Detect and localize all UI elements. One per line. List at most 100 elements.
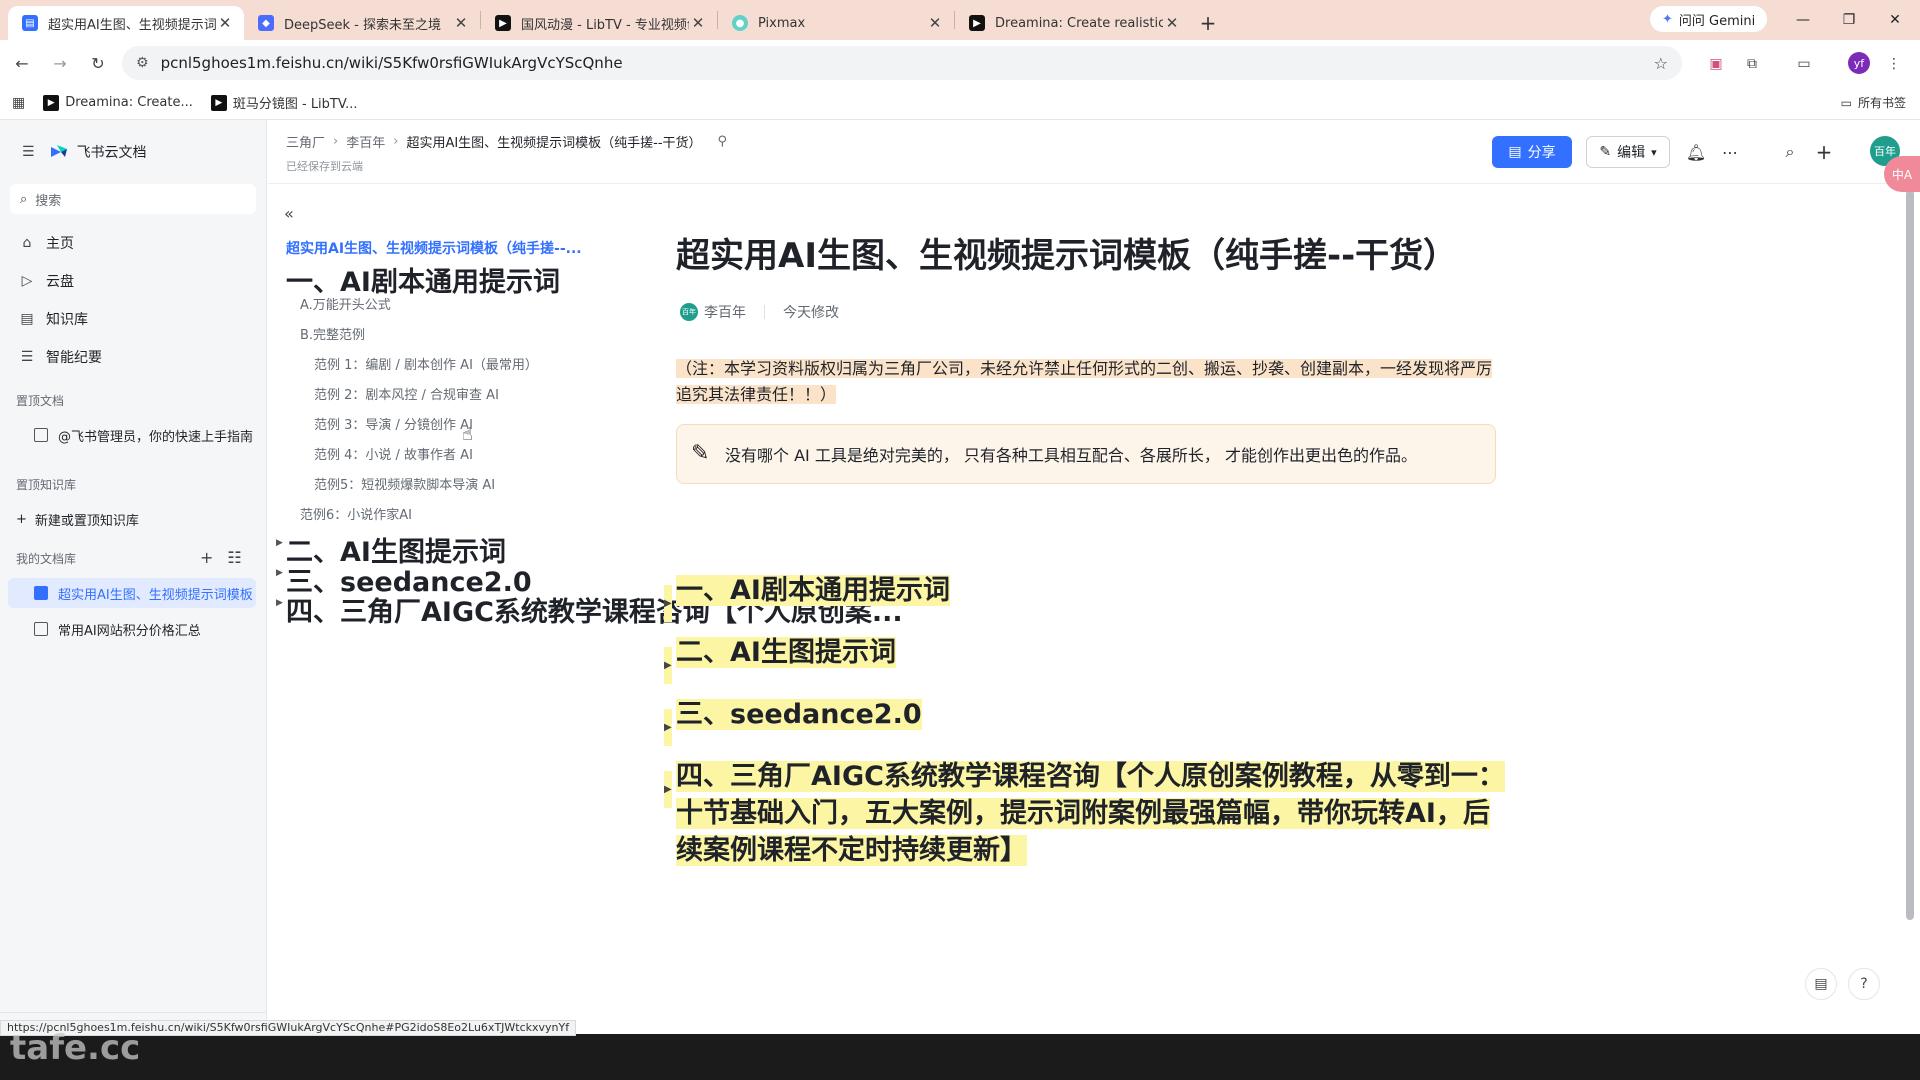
toc-item[interactable]: 范例6：小说作家AI <box>300 504 412 523</box>
more-icon[interactable]: ⋯ <box>1716 138 1744 166</box>
toc-item[interactable]: 范例 4：小说 / 故事作者 AI <box>314 444 473 463</box>
profile-avatar[interactable]: yf <box>1848 52 1870 74</box>
translate-icon[interactable]: 中A <box>1884 156 1920 192</box>
doc-outline-icon[interactable]: ▤ <box>1805 968 1837 1000</box>
caret-right-icon[interactable]: ▶ <box>276 568 283 578</box>
caret-right-icon[interactable]: ▶ <box>664 709 672 746</box>
heading-text: 三、seedance2.0 <box>676 699 922 730</box>
edit-label: 编辑 <box>1617 145 1646 161</box>
restore-icon[interactable]: ❐ <box>1826 0 1872 40</box>
author-avatar[interactable]: 百年 <box>680 303 698 321</box>
bookmark-libtv[interactable]: ▶ 斑马分镜图 - LibTV... <box>210 93 357 112</box>
copyright-notice[interactable]: （注：本学习资料版权归属为三角厂公司，未经允许禁止任何形式的二创、搬运、抄袭、创… <box>676 356 1496 408</box>
toc-title[interactable]: 超实用AI生图、生视频提示词模板（纯手搓--... <box>286 238 582 258</box>
screen-bottom-bar <box>0 1034 1920 1080</box>
site-info-icon[interactable]: ⚙ <box>136 55 149 71</box>
search-icon[interactable]: ⌕ <box>1776 138 1804 166</box>
extension-icon[interactable]: ▣ <box>1704 52 1728 76</box>
breadcrumb-item[interactable]: 三角厂 <box>286 132 325 151</box>
ask-gemini-button[interactable]: ✦ 问问 Gemini <box>1650 6 1768 32</box>
pinned-doc-item[interactable]: @飞书管理员，你的快速上手指南 <box>8 420 256 450</box>
browser-tab-5[interactable]: ▶ Dreamina: Create realistic talking ✕ <box>955 6 1191 40</box>
reload-icon[interactable]: ↻ <box>82 47 114 79</box>
browser-tab-4[interactable]: ● Pixmax ✕ <box>718 6 954 40</box>
callout-block[interactable]: ✎ 没有哪个 AI 工具是绝对完美的， 只有各种工具相互配合、各展所长， 才能创… <box>676 424 1496 484</box>
toc-item[interactable]: A.万能开头公式 <box>300 294 391 313</box>
tab-title: Dreamina: Create realistic talking <box>995 15 1163 31</box>
breadcrumb-item[interactable]: 李百年 <box>346 132 385 151</box>
toc-item[interactable]: 范例5：短视频爆款脚本导演 AI <box>314 474 495 493</box>
sidebar-item-smart-notes[interactable]: ☰ 智能纪要 <box>18 342 258 372</box>
caret-right-icon[interactable]: ▶ <box>664 647 672 684</box>
toc-item[interactable]: 范例 3：导演 / 分镜创作 AI <box>314 414 473 433</box>
extensions-puzzle-icon[interactable]: ⧉ <box>1740 52 1764 76</box>
chevron-down-icon: ▾ <box>1651 145 1657 159</box>
heading-4[interactable]: ▶ 四、三角厂AIGC系统教学课程咨询【个人原创案例教程，从零到一：十节基础入门… <box>664 758 1506 869</box>
caret-right-icon[interactable]: ▶ <box>664 771 672 808</box>
author-name[interactable]: 李百年 <box>704 302 746 322</box>
close-tab-icon[interactable]: ✕ <box>216 14 234 32</box>
close-window-icon[interactable]: ✕ <box>1872 0 1918 40</box>
library-doc-active[interactable]: 超实用AI生图、生视频提示词模板 <box>8 578 256 608</box>
pin-icon[interactable]: ⚲ <box>718 134 728 149</box>
toc-item[interactable]: 范例 2：剧本风控 / 合规审查 AI <box>314 384 499 403</box>
breadcrumb-current[interactable]: 超实用AI生图、生视频提示词模板（纯手搓--干货） <box>406 132 701 151</box>
browser-tab-3[interactable]: ▶ 国风动漫 - LibTV - 专业视频创作 ✕ <box>481 6 717 40</box>
forward-icon[interactable]: → <box>44 47 76 79</box>
close-tab-icon[interactable]: ✕ <box>689 14 707 32</box>
document-icon <box>34 428 48 442</box>
deepseek-icon: ◆ <box>258 15 274 31</box>
sidebar-item-cloud-drive[interactable]: ▷ 云盘 <box>18 266 258 296</box>
scrollbar[interactable] <box>1906 190 1914 920</box>
browser-menu-icon[interactable]: ⋮ <box>1882 52 1906 76</box>
caret-right-icon[interactable]: ▶ <box>276 598 283 608</box>
collapse-toc-icon[interactable]: « <box>284 204 294 223</box>
smart-notes-icon: ☰ <box>20 349 34 365</box>
heading-2[interactable]: ▶ 二、AI生图提示词 <box>664 634 896 684</box>
collapse-sidebar-icon[interactable]: ☰ <box>22 144 35 160</box>
back-icon[interactable]: ← <box>6 47 38 79</box>
bookmark-dreamina[interactable]: ▶ Dreamina: Create... <box>43 94 193 111</box>
url-field[interactable]: ⚙ pcnl5ghoes1m.feishu.cn/wiki/S5Kfw0rsfi… <box>122 46 1682 80</box>
browser-tab-1[interactable]: ▤ 超实用AI生图、生视频提示词模板 ✕ <box>8 6 244 40</box>
libtv-icon: ▶ <box>495 15 511 31</box>
tab-title: Pixmax <box>758 15 806 31</box>
add-doc-icon[interactable]: + <box>200 548 213 567</box>
library-doc-item[interactable]: 常用AI网站积分价格汇总 <box>8 614 256 644</box>
caret-right-icon[interactable]: ▶ <box>664 585 672 622</box>
toc-item[interactable]: B.完整范例 <box>300 324 365 343</box>
share-button[interactable]: ▤ 分享 <box>1492 136 1572 168</box>
minimize-icon[interactable]: — <box>1780 0 1826 40</box>
bell-icon[interactable]: 🔔︎ <box>1682 138 1710 166</box>
document-icon <box>34 586 48 600</box>
browser-tab-2[interactable]: ◆ DeepSeek - 探索未至之境 ✕ <box>244 6 480 40</box>
close-tab-icon[interactable]: ✕ <box>926 14 944 32</box>
all-bookmarks-button[interactable]: ▭ 所有书签 <box>1841 94 1906 111</box>
help-icon[interactable]: ? <box>1848 968 1880 1000</box>
page-title[interactable]: 超实用AI生图、生视频提示词模板（纯手搓--干货） <box>676 228 1457 277</box>
chevron-right-icon: › <box>393 134 399 149</box>
caret-right-icon[interactable]: ▶ <box>276 538 283 548</box>
heading-3[interactable]: ▶ 三、seedance2.0 <box>664 696 922 746</box>
list-settings-icon[interactable]: ☷ <box>227 548 241 567</box>
sidebar-header: ☰ 飞书云文档 <box>22 142 147 162</box>
close-tab-icon[interactable]: ✕ <box>452 14 470 32</box>
apps-grid-icon[interactable]: ▦ <box>12 95 25 111</box>
chevron-right-icon: › <box>333 134 339 149</box>
heading-1[interactable]: ▶ 一、AI剧本通用提示词 <box>664 572 950 622</box>
document-icon <box>34 622 48 636</box>
edit-mode-button[interactable]: ✎ 编辑 ▾ <box>1586 136 1670 168</box>
close-tab-icon[interactable]: ✕ <box>1163 14 1181 32</box>
toc-item[interactable]: 范例 1：编剧 / 剧本创作 AI（最常用） <box>314 354 538 373</box>
bookmark-star-icon[interactable]: ☆ <box>1654 54 1668 73</box>
sidebar-item-knowledge-base[interactable]: ▤ 知识库 <box>18 304 258 334</box>
search-input[interactable]: ⌕ 搜索 <box>10 184 256 214</box>
plus-icon[interactable]: + <box>1810 138 1838 166</box>
library-doc-label: 常用AI网站积分价格汇总 <box>58 623 201 639</box>
new-tab-button[interactable]: + <box>1191 6 1225 40</box>
new-kb-button[interactable]: + 新建或置顶知识库 <box>8 504 256 534</box>
sidebar-item-home[interactable]: ⌂ 主页 <box>18 228 258 258</box>
all-bookmarks-label: 所有书签 <box>1857 96 1906 110</box>
cast-icon[interactable]: ▭ <box>1792 52 1816 76</box>
new-kb-label: 新建或置顶知识库 <box>34 513 139 529</box>
